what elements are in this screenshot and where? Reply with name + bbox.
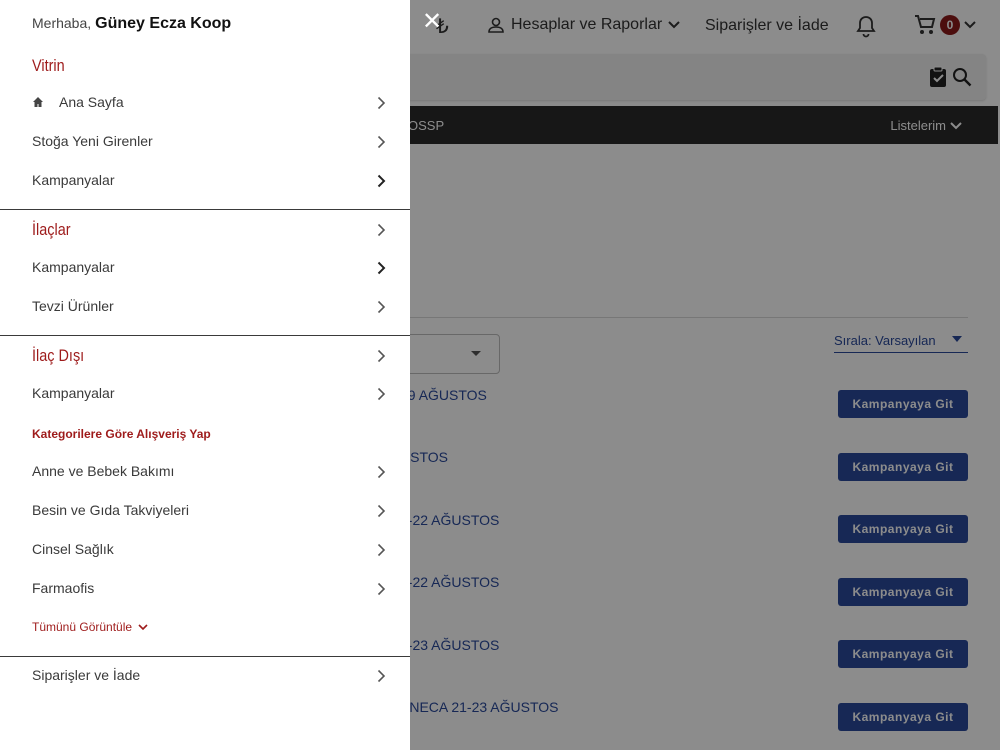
user-name: Güney Ecza Koop xyxy=(95,15,232,32)
menu-item-campaigns[interactable]: Kampanyalar xyxy=(0,375,410,413)
menu-item-new-in-stock[interactable]: Stoğa Yeni Girenler xyxy=(0,123,410,161)
menu-item-label: Tevzi Ürünler xyxy=(32,298,114,314)
menu-item-label: Kampanyalar xyxy=(32,385,115,401)
chevron-right-icon xyxy=(377,223,386,237)
menu-item-label: Kampanyalar xyxy=(32,172,115,188)
menu-item-label: Anne ve Bebek Bakımı xyxy=(32,463,175,479)
menu-item-distribution-products[interactable]: Tevzi Ürünler xyxy=(0,288,410,326)
section-divider xyxy=(0,335,410,336)
side-drawer: Merhaba, Güney Ecza Koop Vitrin Ana Sayfa… xyxy=(0,0,410,750)
chevron-right-icon xyxy=(377,669,386,683)
section-title-ilac-disi: İlaç Dışı xyxy=(32,346,85,365)
menu-item-food-supplements[interactable]: Besin ve Gıda Takviyeleri xyxy=(0,492,410,530)
section-title-ilaclar: İlaçlar xyxy=(32,220,71,239)
greeting-text: Merhaba, xyxy=(32,15,92,31)
menu-item-orders-returns[interactable]: Siparişler ve İade xyxy=(0,657,410,695)
chevron-down-icon xyxy=(138,623,148,630)
menu-item-farmaofis[interactable]: Farmaofis xyxy=(0,570,410,608)
chevron-right-icon xyxy=(377,543,386,557)
menu-item-campaigns[interactable]: Kampanyalar xyxy=(0,249,410,287)
menu-section-non-medicine[interactable]: İlaç Dışı xyxy=(0,337,410,375)
menu-item-label: Stoğa Yeni Girenler xyxy=(32,133,153,149)
menu-item-label: Cinsel Sağlık xyxy=(32,541,114,557)
section-divider xyxy=(0,209,410,210)
section-title-vitrin: Vitrin xyxy=(32,56,65,75)
menu-item-mother-baby-care[interactable]: Anne ve Bebek Bakımı xyxy=(0,453,410,491)
menu-item-label: Siparişler ve İade xyxy=(32,667,141,683)
view-all-label: Tümünü Görüntüle xyxy=(32,620,133,634)
menu-section-medicines[interactable]: İlaçlar xyxy=(0,211,410,249)
menu-item-label: Ana Sayfa xyxy=(59,94,124,110)
greeting: Merhaba, Güney Ecza Koop xyxy=(32,15,231,33)
chevron-right-icon xyxy=(377,135,386,149)
menu-item-sexual-health[interactable]: Cinsel Sağlık xyxy=(0,531,410,569)
view-all-link[interactable]: Tümünü Görüntüle xyxy=(32,620,148,634)
chevron-right-icon xyxy=(377,349,386,363)
menu-item-label: Kampanyalar xyxy=(32,259,115,275)
menu-item-label: Farmaofis xyxy=(32,580,95,596)
chevron-right-icon xyxy=(377,174,386,188)
close-drawer-button[interactable]: ✕ xyxy=(422,10,442,34)
menu-item-label: Besin ve Gıda Takviyeleri xyxy=(32,502,189,518)
chevron-right-icon xyxy=(377,261,386,275)
chevron-right-icon xyxy=(377,300,386,314)
menu-item-campaigns[interactable]: Kampanyalar xyxy=(0,162,410,200)
chevron-right-icon xyxy=(377,387,386,401)
chevron-right-icon xyxy=(377,465,386,479)
menu-item-home[interactable]: Ana Sayfa xyxy=(0,84,410,122)
category-heading: Kategorilere Göre Alışveriş Yap xyxy=(32,427,211,441)
chevron-right-icon xyxy=(377,504,386,518)
chevron-right-icon xyxy=(377,582,386,596)
home-icon xyxy=(33,97,43,107)
chevron-right-icon xyxy=(377,96,386,110)
